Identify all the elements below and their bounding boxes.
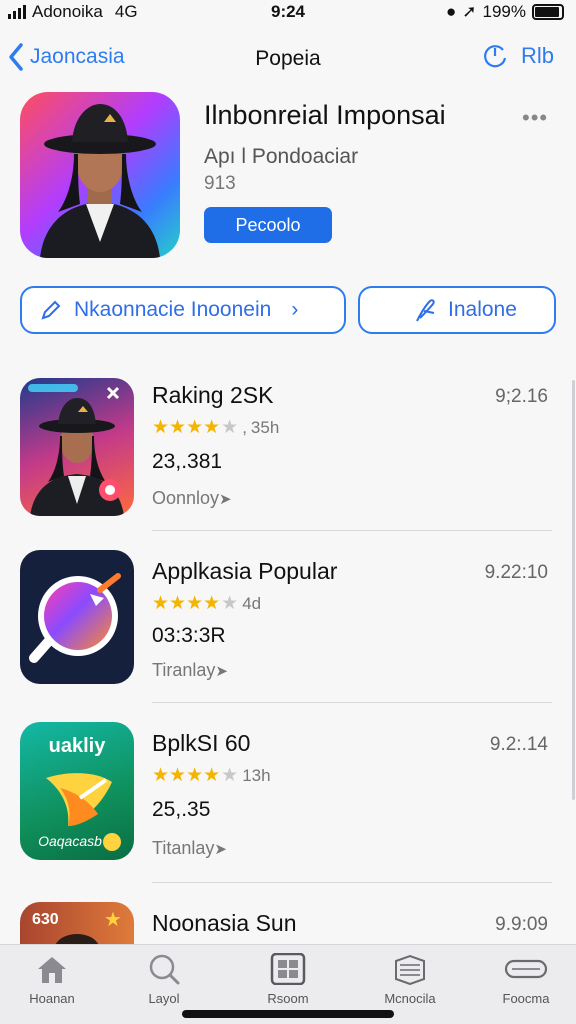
featured-app-name: Ilnbonreial Imponsai — [204, 100, 446, 130]
app-name: Raking 2SK — [152, 382, 274, 408]
rating-stars: ★★★★ ★, 35h — [152, 417, 280, 438]
app-size: 23,.381 — [152, 450, 223, 473]
pencil-icon — [41, 300, 61, 320]
leaf-logo-icon: uakliy Oaqacasb — [38, 735, 121, 851]
card-icon — [504, 959, 548, 979]
grid-icon — [270, 953, 306, 985]
app-size: 03:3:3R — [152, 624, 226, 647]
get-button[interactable]: Pecoolo — [204, 207, 332, 243]
search-lens-icon — [29, 573, 121, 663]
rating-count: 13h — [242, 765, 271, 785]
moon-icon: ● — [445, 2, 457, 21]
refresh-icon — [484, 45, 507, 68]
app-version: 9.2:.14 — [489, 734, 548, 755]
arrow-icon: ➤ — [219, 491, 232, 508]
tab-grid[interactable]: Rsoom — [240, 953, 336, 1006]
app-icon — [20, 378, 134, 516]
svg-text:★: ★ — [104, 909, 122, 931]
divider — [152, 530, 552, 531]
app-name: Noonasia Sun — [152, 910, 297, 936]
tab-label: Mcnocila — [384, 991, 436, 1006]
rating-stars: ★★★★ ★ 4d — [152, 593, 262, 614]
app-tag: Tiranlay➤ — [152, 660, 228, 680]
location-icon: ➚ — [462, 2, 477, 21]
nav-right-label: Rlb — [520, 43, 554, 68]
chip-label: Inalone — [448, 298, 517, 321]
more-icon[interactable]: ••• — [522, 105, 548, 131]
arrow-icon: ➤ — [214, 841, 227, 858]
filter-chip-primary[interactable]: Nkaonnacie Inoonein › — [20, 286, 346, 334]
person-portrait-icon — [28, 384, 124, 516]
app-version: 9;2.16 — [495, 386, 548, 407]
tab-label: Hoanan — [29, 991, 75, 1006]
featured-app-icon[interactable] — [20, 92, 180, 258]
stack-icon — [395, 954, 425, 985]
nav-right-button[interactable]: Rlb — [481, 42, 554, 70]
tab-card[interactable]: Foocma — [478, 953, 574, 1006]
rating-count: 35h — [250, 417, 280, 437]
chevron-right-icon: › — [291, 298, 299, 321]
app-icon — [20, 550, 134, 684]
svg-text:Oaqacasb: Oaqacasb — [38, 833, 102, 849]
home-indicator[interactable] — [182, 1010, 394, 1018]
app-icon: uakliy Oaqacasb — [20, 722, 134, 860]
app-tag: Titanlay➤ — [152, 838, 227, 858]
status-bar: Adonoika 4G 9:24 ● ➚ 199% — [0, 0, 576, 26]
rating-stars: ★★★★ ★ 13h — [152, 765, 271, 786]
app-icon: 630 ★ — [20, 902, 134, 944]
scrollbar[interactable] — [572, 380, 575, 800]
battery-label: 199% — [482, 2, 526, 21]
tab-label: Foocma — [502, 991, 550, 1006]
battery-icon — [532, 4, 564, 20]
arrow-icon: ➤ — [215, 663, 228, 680]
search-icon — [149, 954, 180, 985]
tab-label: Layol — [148, 991, 180, 1006]
app-size: 25,.35 — [152, 798, 211, 821]
featured-app-subtitle: Apı l Pondoaciar — [204, 145, 359, 168]
featured-app-number: 913 — [204, 173, 236, 194]
app-tag: Oonnloy➤ — [152, 488, 232, 508]
app-name: BplkSI 60 — [152, 730, 251, 756]
app-version: 9.9:09 — [495, 914, 548, 935]
chip-label: Nkaonnacie Inoonein — [74, 298, 272, 321]
svg-text:uakliy: uakliy — [49, 735, 107, 757]
rating-count: 4d — [242, 593, 262, 613]
tab-search[interactable]: Layol — [116, 953, 212, 1006]
tab-label: Rsoom — [267, 991, 309, 1006]
app-version: 9.22:10 — [484, 562, 548, 583]
person-portrait-icon: 630 ★ — [32, 909, 122, 944]
filter-chip-secondary[interactable]: Inalone — [358, 286, 556, 334]
divider — [152, 882, 552, 883]
person-portrait-icon — [40, 104, 160, 258]
tab-stack[interactable]: Mcnocila — [362, 953, 458, 1006]
app-name: Applkasia Popular — [152, 558, 338, 584]
home-icon — [38, 957, 66, 983]
tab-home[interactable]: Hoanan — [4, 953, 100, 1006]
pen-icon — [416, 299, 435, 322]
svg-text:630: 630 — [32, 911, 59, 928]
divider — [152, 702, 552, 703]
nav-bar: Jaoncasia Popeia Rlb — [0, 34, 576, 84]
